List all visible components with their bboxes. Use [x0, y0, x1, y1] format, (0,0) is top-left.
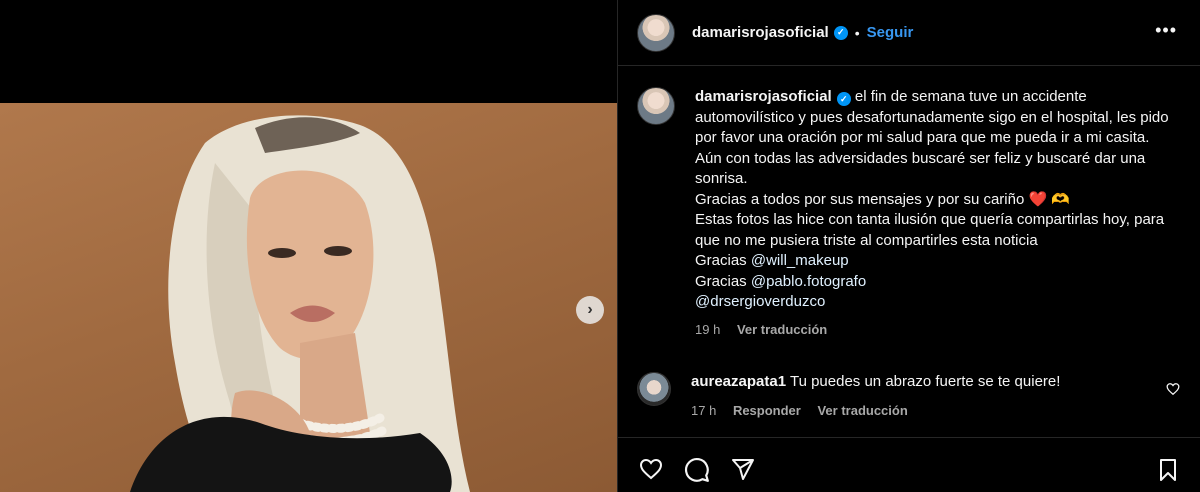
bookmark-icon[interactable] — [1156, 457, 1180, 483]
caption-credit-2: Gracias @pablo.fotografo — [695, 272, 1175, 293]
share-icon[interactable] — [730, 457, 756, 481]
translate-link[interactable]: Ver traducción — [817, 403, 907, 418]
caption: damarisrojasoficial ✓ el fin de semana tu… — [637, 87, 1187, 340]
follow-button[interactable]: Seguir — [867, 24, 914, 41]
caption-username[interactable]: damarisrojasoficial — [695, 88, 832, 105]
credit-prefix: Gracias — [695, 252, 751, 269]
separator-dot: • — [854, 24, 860, 41]
caption-time[interactable]: 19 h — [695, 322, 720, 337]
action-bar — [618, 437, 1200, 492]
comment-text: Tu puedes un abrazo fuerte se te quiere! — [789, 373, 1061, 390]
credit-prefix: Gracias — [695, 272, 751, 290]
verified-icon: ✓ — [836, 92, 851, 107]
comment-meta: 17 h Responder Ver traducción — [691, 401, 1151, 421]
avatar[interactable] — [637, 13, 675, 52]
mention-link[interactable]: @drsergioverduzco — [695, 293, 825, 310]
like-comment-heart-icon[interactable] — [1166, 382, 1180, 396]
caption-meta: 19 h Ver traducción — [695, 320, 1175, 341]
header-username[interactable]: damarisrojasoficial — [692, 24, 829, 41]
post-photo[interactable] — [0, 103, 617, 492]
caption-thanks-line: Gracias a todos por sus mensajes y por s… — [695, 190, 1071, 208]
comment-icon[interactable] — [684, 457, 710, 483]
comment-username[interactable]: aureazapata1 — [691, 373, 786, 390]
caption-body: damarisrojasoficial ✓ el fin de semana tu… — [695, 87, 1175, 340]
caption-credit-1: Gracias @will_makeup — [695, 251, 1175, 272]
chevron-right-icon: › — [587, 301, 593, 318]
mention-link[interactable]: @will_makeup — [751, 252, 849, 269]
comment-body: aureazapata1 Tu puedes un abrazo fuerte … — [691, 372, 1151, 421]
portrait-illustration — [130, 115, 470, 492]
caption-avatar[interactable] — [637, 87, 675, 125]
media-panel: › — [0, 0, 617, 492]
post-header: damarisrojasoficial ✓ • Seguir ••• — [618, 0, 1200, 66]
verified-icon: ✓ — [833, 25, 848, 40]
next-photo-button[interactable]: › — [576, 296, 604, 324]
caption-photos-line: Estas fotos las hice con tanta ilusión q… — [695, 211, 1165, 249]
reply-button[interactable]: Responder — [733, 403, 801, 418]
heart-icon[interactable] — [638, 457, 664, 481]
comment-avatar[interactable] — [637, 372, 671, 406]
more-icon[interactable]: ••• — [1155, 20, 1177, 41]
post-detail-panel: damarisrojasoficial ✓ • Seguir ••• damar… — [617, 0, 1200, 492]
comment-time[interactable]: 17 h — [691, 403, 716, 418]
comment-item: aureazapata1 Tu puedes un abrazo fuerte … — [637, 372, 1187, 421]
mention-link[interactable]: @pablo.fotografo — [751, 273, 866, 290]
translate-link[interactable]: Ver traducción — [737, 322, 827, 337]
